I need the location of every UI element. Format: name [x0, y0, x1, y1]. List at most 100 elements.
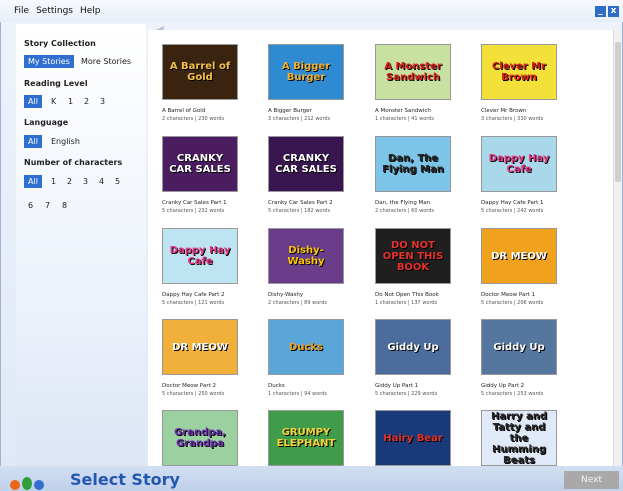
story-tile[interactable]: Dan, The Flying Man Dan, the Flying Man 2 …: [375, 136, 471, 220]
story-tile[interactable]: Dishy-Washy Dishy-Washy 2 characters | 89 …: [268, 228, 364, 312]
story-cover[interactable]: Harry and Tatty and the Humming Beats: [481, 410, 557, 466]
story-cover-title: Ducks: [289, 341, 323, 353]
chip-chars-8[interactable]: 8: [58, 199, 71, 212]
story-meta: 1 characters | 94 words: [268, 391, 328, 397]
story-name: A Monster Sandwich: [375, 108, 431, 114]
story-cover-title: DR MEOW: [491, 250, 547, 262]
chip-chars-5[interactable]: 5: [111, 175, 124, 188]
story-tile[interactable]: A Bigger Burger A Bigger Burger 3 characte…: [268, 44, 364, 128]
story-cover-title: Dishy-Washy: [287, 245, 325, 267]
story-cover-title: DO NOT OPEN THIS BOOK: [382, 239, 444, 273]
characters-title: Number of characters: [24, 158, 123, 167]
story-tile[interactable]: DR MEOW Doctor Meow Part 2 5 characters | …: [162, 319, 258, 403]
chip-chars-all[interactable]: All: [24, 175, 42, 188]
chip-level-2[interactable]: 2: [80, 95, 93, 108]
chip-my-stories[interactable]: My Stories: [24, 55, 74, 68]
story-tile[interactable]: CRANKY CAR SALES Cranky Car Sales Part 2 5…: [268, 136, 364, 220]
story-tile[interactable]: A Barrel of Gold A Barrel of Gold 2 charac…: [162, 44, 258, 128]
story-meta: 5 characters | 121 words: [162, 300, 225, 306]
story-cover[interactable]: Giddy Up: [375, 319, 451, 375]
chip-chars-4[interactable]: 4: [95, 175, 108, 188]
story-name: Dan, the Flying Man: [375, 200, 431, 206]
close-icon[interactable]: x: [608, 6, 619, 17]
language-title: Language: [24, 118, 69, 127]
story-meta: 2 characters | 60 words: [375, 208, 435, 214]
story-tile[interactable]: Giddy Up Giddy Up Part 2 5 characters | 25…: [481, 319, 577, 403]
story-tile[interactable]: Giddy Up Giddy Up Part 1 5 characters | 22…: [375, 319, 471, 403]
story-tile[interactable]: DO NOT OPEN THIS BOOK Do Not Open This Bo…: [375, 228, 471, 312]
story-cover-title: Harry and Tatty and the Humming Beats: [490, 410, 547, 466]
scrollbar-thumb[interactable]: [615, 42, 621, 182]
story-name: A Barrel of Gold: [162, 108, 206, 114]
story-tile[interactable]: Ducks Ducks 1 characters | 94 words: [268, 319, 364, 403]
story-meta: 2 characters | 89 words: [268, 300, 328, 306]
story-tile[interactable]: Dappy Hay Cafe Dappy Hay Cafe Part 1 5 cha…: [481, 136, 577, 220]
story-name: Giddy Up Part 2: [481, 383, 525, 389]
chip-lang-english[interactable]: English: [47, 135, 84, 148]
chip-chars-7[interactable]: 7: [41, 199, 54, 212]
chip-level-3[interactable]: 3: [96, 95, 109, 108]
story-grid: A Barrel of Gold A Barrel of Gold 2 charac…: [148, 30, 613, 466]
window-controls: _ x: [595, 6, 619, 17]
chip-level-1[interactable]: 1: [64, 95, 77, 108]
story-cover[interactable]: Dishy-Washy: [268, 228, 344, 284]
chip-chars-3[interactable]: 3: [79, 175, 92, 188]
menu-bar: File Settings Help: [0, 0, 623, 22]
story-name: Giddy Up Part 1: [375, 383, 419, 389]
menu-file[interactable]: File: [14, 6, 29, 16]
story-cover[interactable]: DR MEOW: [162, 319, 238, 375]
story-cover[interactable]: Dappy Hay Cafe: [481, 136, 557, 192]
story-cover-title: Clever Mr Brown: [491, 61, 547, 83]
story-cover[interactable]: A Bigger Burger: [268, 44, 344, 100]
story-tile[interactable]: DR MEOW Doctor Meow Part 1 5 characters | …: [481, 228, 577, 312]
story-cover[interactable]: Hairy Bear: [375, 410, 451, 466]
story-tile[interactable]: Hairy Bear: [375, 410, 471, 466]
story-cover-title: Dappy Hay Cafe: [169, 245, 231, 267]
story-cover[interactable]: Giddy Up: [481, 319, 557, 375]
menu-settings[interactable]: Settings: [36, 6, 73, 16]
story-cover[interactable]: Clever Mr Brown: [481, 44, 557, 100]
story-cover[interactable]: GRUMPY ELEPHANT: [268, 410, 344, 466]
story-cover[interactable]: Ducks: [268, 319, 344, 375]
story-cover[interactable]: CRANKY CAR SALES: [268, 136, 344, 192]
story-cover[interactable]: A Barrel of Gold: [162, 44, 238, 100]
story-name: Doctor Meow Part 1: [481, 292, 536, 298]
chip-chars-1[interactable]: 1: [47, 175, 60, 188]
story-cover-title: Giddy Up: [493, 341, 545, 353]
story-cover-title: Dappy Hay Cafe: [488, 153, 550, 175]
story-cover-title: CRANKY CAR SALES: [275, 153, 337, 175]
story-tile[interactable]: Dappy Hay Cafe Dappy Hay Cafe Part 2 5 cha…: [162, 228, 258, 312]
chip-chars-2[interactable]: 2: [63, 175, 76, 188]
story-tile[interactable]: Clever Mr Brown Clever Mr Brown 3 characte…: [481, 44, 577, 128]
story-name: Clever Mr Brown: [481, 108, 527, 114]
story-tile[interactable]: Harry and Tatty and the Humming Beats: [481, 410, 577, 466]
story-meta: 5 characters | 229 words: [375, 391, 438, 397]
chip-lang-all[interactable]: All: [24, 135, 42, 148]
story-cover[interactable]: Dappy Hay Cafe: [162, 228, 238, 284]
story-cover-title: DR MEOW: [172, 341, 228, 353]
story-meta: 3 characters | 212 words: [268, 116, 331, 122]
story-tile[interactable]: GRUMPY ELEPHANT: [268, 410, 364, 466]
story-cover-title: Hairy Bear: [383, 432, 443, 444]
chip-level-all[interactable]: All: [24, 95, 42, 108]
scrollbar[interactable]: [613, 30, 622, 466]
story-cover[interactable]: Grandpa, Grandpa: [162, 410, 238, 466]
chip-level-k[interactable]: K: [47, 95, 60, 108]
story-tile[interactable]: A Monster Sandwich A Monster Sandwich 1 ch…: [375, 44, 471, 128]
story-meta: 5 characters | 182 words: [268, 208, 331, 214]
app-logo-icon: [10, 470, 64, 490]
menu-help[interactable]: Help: [80, 6, 101, 16]
story-name: Do Not Open This Book: [375, 292, 439, 298]
next-button[interactable]: Next: [564, 471, 619, 489]
story-cover[interactable]: A Monster Sandwich: [375, 44, 451, 100]
story-cover[interactable]: DO NOT OPEN THIS BOOK: [375, 228, 451, 284]
story-tile[interactable]: CRANKY CAR SALES Cranky Car Sales Part 1 5…: [162, 136, 258, 220]
story-tile[interactable]: Grandpa, Grandpa: [162, 410, 258, 466]
story-name: Dappy Hay Cafe Part 2: [162, 292, 225, 298]
chip-chars-6[interactable]: 6: [24, 199, 37, 212]
story-cover[interactable]: DR MEOW: [481, 228, 557, 284]
minimize-icon[interactable]: _: [595, 6, 606, 17]
story-cover[interactable]: Dan, The Flying Man: [375, 136, 451, 192]
story-cover[interactable]: CRANKY CAR SALES: [162, 136, 238, 192]
chip-more-stories[interactable]: More Stories: [77, 55, 135, 68]
